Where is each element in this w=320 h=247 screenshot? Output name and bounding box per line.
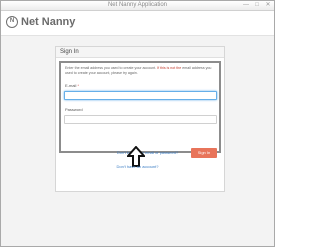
sign-in-panel: Sign In Enter the email address you used… — [55, 46, 225, 192]
app-window: Net Nanny Application — □ ✕ N Net Nanny … — [0, 0, 275, 247]
password-label: Password — [65, 107, 83, 112]
email-field[interactable] — [64, 91, 217, 100]
panel-title: Sign In — [56, 47, 224, 58]
instructions-line1: Enter the email address you used to crea… — [65, 66, 158, 70]
net-nanny-logo-icon: N — [6, 16, 18, 28]
main-content: Sign In Enter the email address you used… — [1, 36, 274, 246]
sign-in-form: Enter the email address you used to crea… — [59, 61, 221, 158]
instructions-text: Enter the email address you used to crea… — [65, 66, 215, 76]
email-label-text: E-mail — [65, 83, 77, 88]
close-icon[interactable]: ✕ — [264, 2, 272, 8]
email-required-marker: * — [77, 83, 80, 88]
minimize-icon[interactable]: — — [242, 2, 250, 8]
window-title: Net Nanny Application — [107, 2, 168, 8]
password-field[interactable] — [64, 115, 217, 124]
maximize-icon[interactable]: □ — [253, 2, 261, 8]
app-name: Net Nanny — [21, 16, 76, 28]
create-account-link[interactable]: Don't have an account? — [1, 164, 274, 170]
sign-in-button[interactable]: Sign In — [191, 148, 217, 158]
window-titlebar[interactable]: Net Nanny Application — □ ✕ — [1, 1, 274, 11]
instructions-warning: If this is not the — [157, 66, 182, 70]
email-label: E-mail * — [65, 83, 79, 88]
app-header: N Net Nanny — [1, 11, 274, 36]
window-controls: — □ ✕ — [242, 2, 272, 8]
